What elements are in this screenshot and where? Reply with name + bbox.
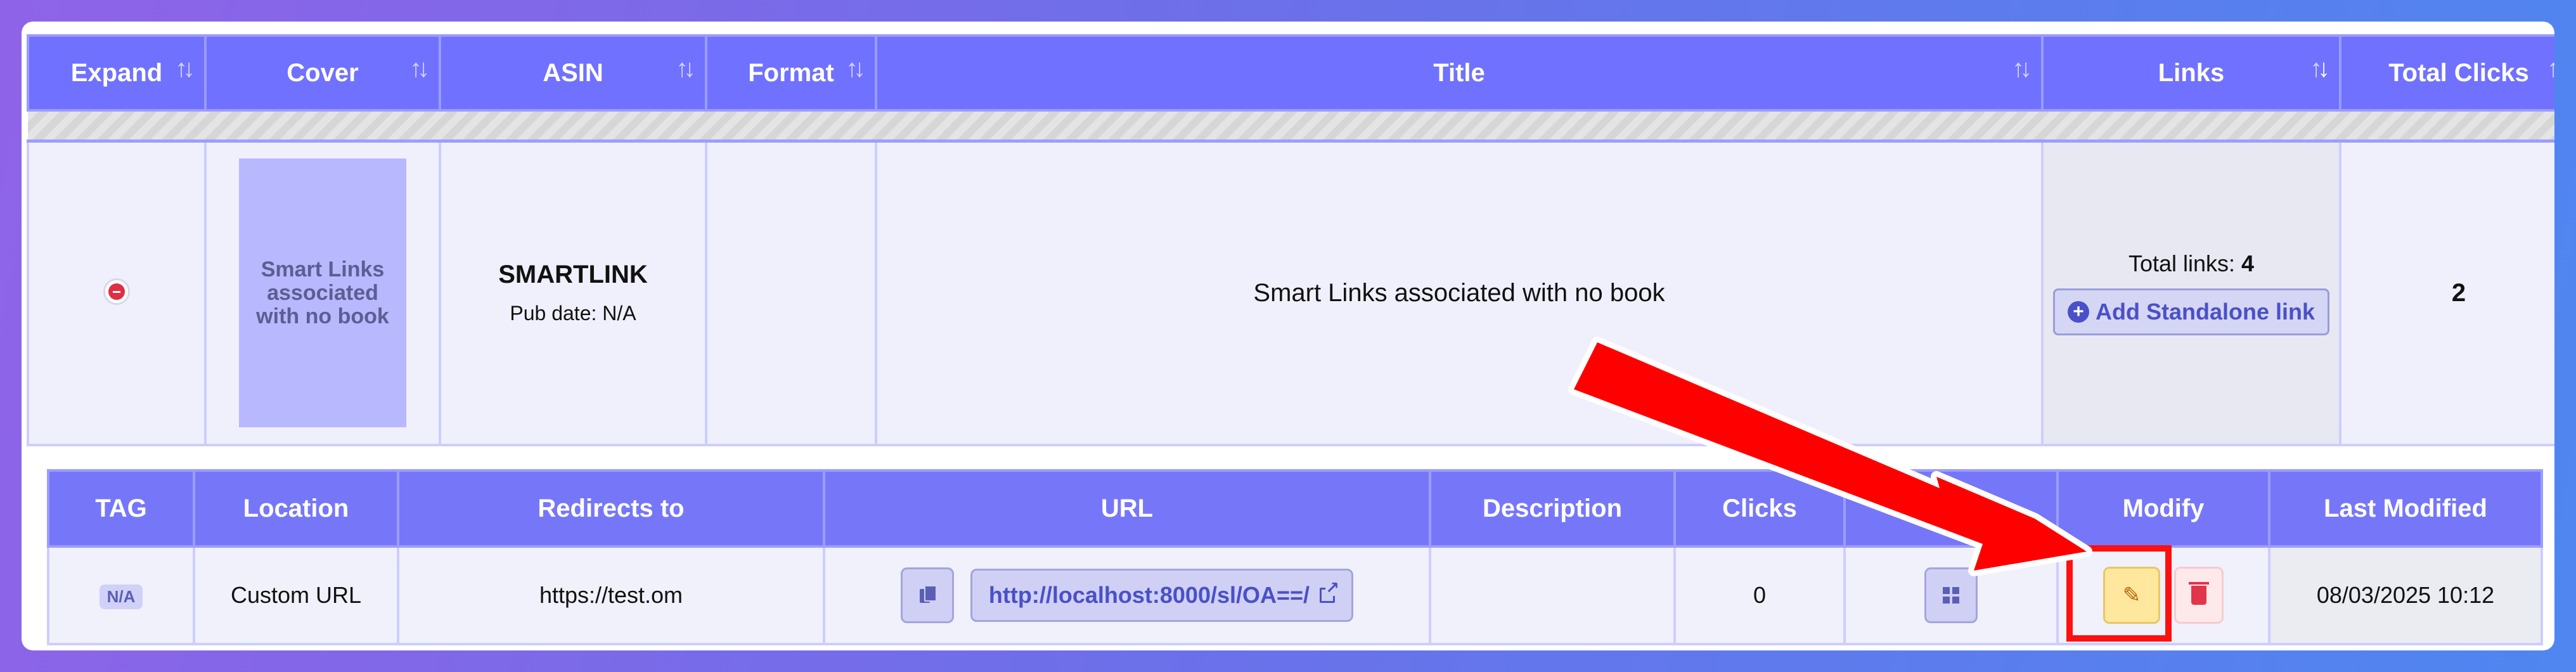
sort-icon[interactable]: ↑↓ bbox=[409, 55, 430, 83]
title-cell: Smart Links associated with no book bbox=[875, 139, 2044, 446]
links-cell: Total links: 4 + Add Standalone link bbox=[2041, 139, 2341, 446]
content-card: Expand ↑↓ Cover ↑↓ ASIN ↑↓ Format ↑↓ Title ↑↓… bbox=[22, 22, 2554, 650]
add-standalone-link-button[interactable]: + Add Standalone link bbox=[2052, 288, 2330, 336]
asin-value: SMARTLINK bbox=[498, 261, 648, 289]
col-description[interactable]: Description bbox=[1429, 469, 1676, 548]
pub-date: Pub date: N/A bbox=[510, 302, 636, 325]
qr-code-button[interactable] bbox=[1924, 567, 1978, 623]
col-total-clicks[interactable]: Total Clicks↑↓ bbox=[2339, 34, 2554, 112]
total-clicks-cell: 2 bbox=[2339, 139, 2554, 446]
col-title[interactable]: Title ↑↓ bbox=[875, 34, 2044, 112]
col-url[interactable]: URL bbox=[823, 469, 1431, 548]
col-location[interactable]: Location bbox=[193, 469, 399, 548]
external-link-icon bbox=[1320, 579, 1340, 603]
sort-icon[interactable]: ↑↓ bbox=[676, 55, 696, 83]
format-cell bbox=[705, 139, 877, 446]
loading-stripe bbox=[28, 110, 2554, 143]
sort-icon[interactable]: ↑↓ bbox=[2547, 55, 2554, 83]
plus-circle-icon: + bbox=[2067, 301, 2089, 323]
location-cell: Custom URL bbox=[193, 545, 399, 645]
description-cell bbox=[1429, 545, 1676, 645]
col-links[interactable]: Links ↑↓ bbox=[2041, 34, 2341, 112]
qr-cell bbox=[1843, 545, 2059, 645]
cover-cell: Smart Links associated with no book bbox=[204, 139, 441, 446]
book-title: Smart Links associated with no book bbox=[1253, 278, 1665, 307]
delete-button[interactable] bbox=[2174, 567, 2224, 624]
sort-icon[interactable]: ↑↓ bbox=[2012, 55, 2032, 83]
clicks-cell: 0 bbox=[1673, 545, 1846, 645]
books-table: Expand ↑↓ Cover ↑↓ ASIN ↑↓ Format ↑↓ Title ↑↓… bbox=[27, 34, 2554, 446]
sort-active-icon[interactable]: ↑↓ bbox=[2310, 55, 2330, 83]
expand-cell bbox=[27, 139, 207, 446]
sort-icon[interactable]: ↑↓ bbox=[846, 55, 866, 83]
tag-badge: N/A bbox=[99, 585, 143, 609]
col-redirects-to[interactable]: Redirects to bbox=[397, 469, 825, 548]
col-qr bbox=[1843, 469, 2059, 548]
asin-cell: SMARTLINK Pub date: N/A bbox=[439, 139, 707, 446]
qr-code-icon bbox=[1943, 587, 1959, 604]
url-cell: http://localhost:8000/sl/OA==/ bbox=[823, 545, 1431, 645]
table-row: Smart Links associated with no book SMAR… bbox=[27, 139, 2554, 446]
highlight-box bbox=[2066, 545, 2172, 642]
sort-icon[interactable]: ↑↓ bbox=[175, 55, 195, 83]
col-tag[interactable]: TAG bbox=[47, 469, 195, 548]
copy-url-button[interactable] bbox=[900, 567, 954, 623]
col-asin[interactable]: ASIN ↑↓ bbox=[439, 34, 707, 112]
col-last-modified[interactable]: Last Modified bbox=[2268, 469, 2543, 548]
last-modified-cell: 08/03/2025 10:12 bbox=[2268, 545, 2543, 645]
col-cover[interactable]: Cover ↑↓ bbox=[204, 34, 441, 112]
total-clicks: 2 bbox=[2451, 278, 2466, 307]
copy-icon bbox=[919, 585, 937, 604]
col-format[interactable]: Format ↑↓ bbox=[705, 34, 877, 112]
short-url-link[interactable]: http://localhost:8000/sl/OA==/ bbox=[970, 569, 1354, 622]
col-clicks[interactable]: Clicks bbox=[1673, 469, 1846, 548]
redirects-cell: https://test.om bbox=[397, 545, 825, 645]
collapse-icon[interactable] bbox=[103, 278, 130, 305]
col-expand[interactable]: Expand ↑↓ bbox=[27, 34, 207, 112]
cover-placeholder: Smart Links associated with no book bbox=[239, 158, 406, 428]
trash-icon bbox=[2189, 582, 2209, 605]
tag-cell: N/A bbox=[47, 545, 195, 645]
col-modify: Modify bbox=[2056, 469, 2270, 548]
total-links: Total links: 4 bbox=[2128, 250, 2255, 277]
